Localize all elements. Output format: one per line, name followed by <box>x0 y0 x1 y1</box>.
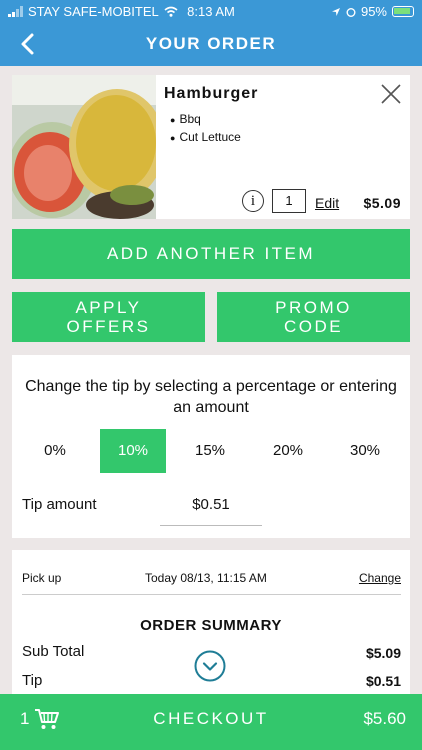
order-summary-card: Pick up Today 08/13, 11:15 AM Change ORD… <box>12 550 410 700</box>
order-summary-title: ORDER SUMMARY <box>140 617 282 634</box>
tip-options: 0% 10% 15% 20% 30% <box>22 429 410 473</box>
pickup-time: Today 08/13, 11:15 AM <box>145 571 267 585</box>
location-icon <box>331 7 340 16</box>
chevron-down-icon[interactable] <box>194 650 226 682</box>
item-name: Hamburger <box>164 85 259 102</box>
tip-instruction: Change the tip by selecting a percentage… <box>25 378 397 416</box>
tip-option-20[interactable]: 20% <box>255 429 321 473</box>
add-another-item-button[interactable]: ADD ANOTHER ITEM <box>12 229 410 279</box>
order-total: $5.60 <box>363 709 406 728</box>
battery-icon <box>392 6 414 17</box>
divider <box>22 594 401 595</box>
promo-code-line2: CODE <box>283 317 344 336</box>
modifier-item: Bbq <box>170 112 241 126</box>
quantity-box[interactable]: 1 <box>272 189 306 213</box>
tip-summary-value: $0.51 <box>365 673 401 689</box>
header-bar: STAY SAFE-MOBITEL 8:13 AM 95% YOUR ORDER <box>0 0 422 66</box>
subtotal-label: Sub Total <box>22 643 85 660</box>
apply-offers-line1: APPLY <box>75 298 142 317</box>
tip-option-15[interactable]: 15% <box>177 429 243 473</box>
item-modifiers: Bbq Cut Lettuce <box>170 112 241 148</box>
tip-amount-label: Tip amount <box>22 496 97 513</box>
pickup-label: Pick up <box>22 571 62 585</box>
apply-offers-line2: OFFERS <box>66 317 151 336</box>
checkout-button[interactable]: 1 CHECKOUT $5.60 <box>0 694 422 750</box>
info-icon[interactable]: i <box>242 190 264 212</box>
tip-option-10[interactable]: 10% <box>100 429 166 473</box>
item-price: $5.09 <box>363 195 401 211</box>
battery-percent: 95% <box>360 4 387 19</box>
checkout-label: CHECKOUT <box>153 709 269 728</box>
alarm-icon <box>346 7 356 17</box>
promo-code-button[interactable]: PROMO CODE <box>217 292 410 342</box>
apply-offers-button[interactable]: APPLY OFFERS <box>12 292 205 342</box>
tip-card: Change the tip by selecting a percentage… <box>12 355 410 538</box>
remove-item-close-icon[interactable] <box>380 83 402 105</box>
status-bar: STAY SAFE-MOBITEL 8:13 AM 95% <box>0 0 422 22</box>
tip-option-0[interactable]: 0% <box>22 429 88 473</box>
change-pickup-link[interactable]: Change <box>359 571 401 585</box>
tip-option-30[interactable]: 30% <box>332 429 398 473</box>
edit-item-link[interactable]: Edit <box>315 195 339 211</box>
promo-code-line1: PROMO <box>275 298 352 317</box>
order-item-card: Hamburger Bbq Cut Lettuce i 1 Edit $5.09 <box>12 75 410 219</box>
page-title: YOUR ORDER <box>145 34 277 53</box>
tip-summary-label: Tip <box>22 672 43 689</box>
tip-amount-input[interactable]: $0.51 <box>160 493 262 526</box>
modifier-item: Cut Lettuce <box>170 130 240 144</box>
subtotal-value: $5.09 <box>365 645 401 661</box>
hamburger-photo <box>12 75 156 219</box>
